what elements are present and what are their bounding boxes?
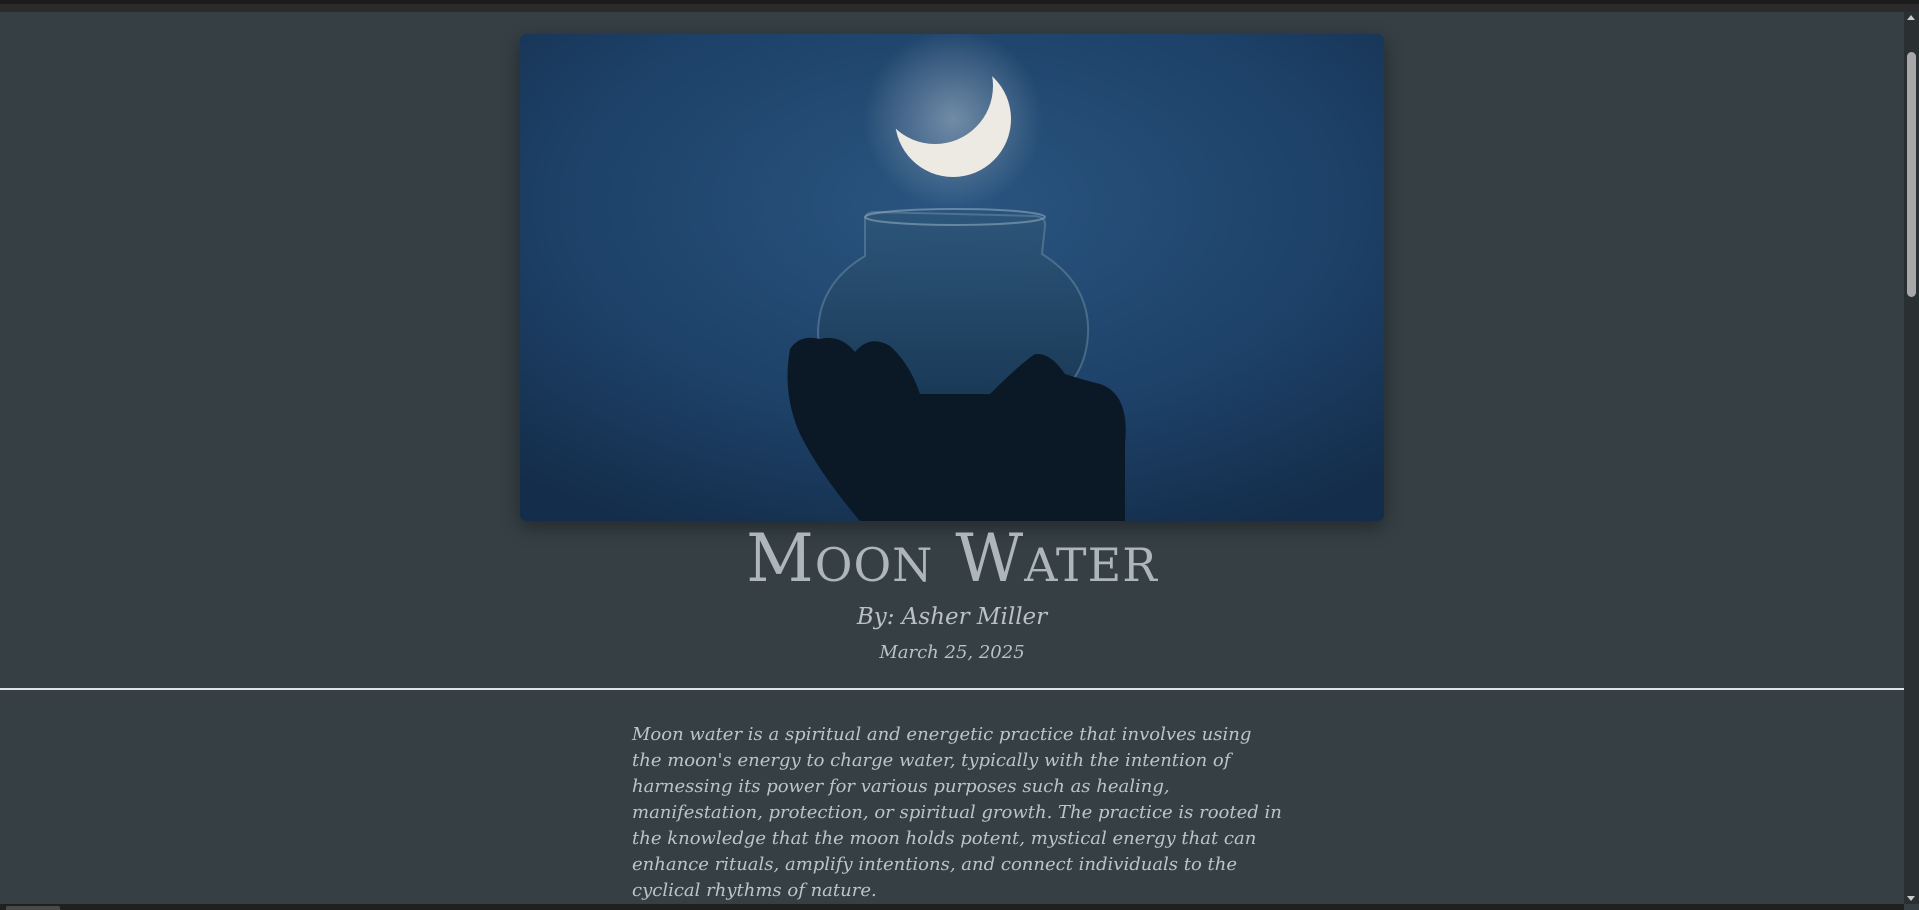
page-scrollbar[interactable] [1904, 12, 1919, 904]
browser-top-strip [0, 0, 1919, 12]
hero-image-illustration [520, 34, 1384, 521]
article-title: Moon Water [746, 520, 1158, 597]
article-date: March 25, 2025 [879, 642, 1025, 663]
hero-image [520, 34, 1384, 521]
article-byline: By: Asher Miller [856, 604, 1048, 630]
article-body: Moon water is a spiritual and energetic … [632, 722, 1282, 904]
article-paragraph: Moon water is a spiritual and energetic … [632, 724, 1282, 901]
scroll-down-icon[interactable] [1907, 896, 1915, 901]
section-divider [0, 688, 1904, 690]
browser-top-edge [0, 0, 1919, 4]
scroll-up-icon[interactable] [1907, 15, 1915, 20]
bottom-tab-handle [6, 906, 60, 910]
scroll-thumb[interactable] [1907, 52, 1916, 297]
browser-bottom-strip [0, 904, 1904, 910]
article-page: Moon Water By: Asher Miller March 25, 20… [0, 12, 1904, 904]
